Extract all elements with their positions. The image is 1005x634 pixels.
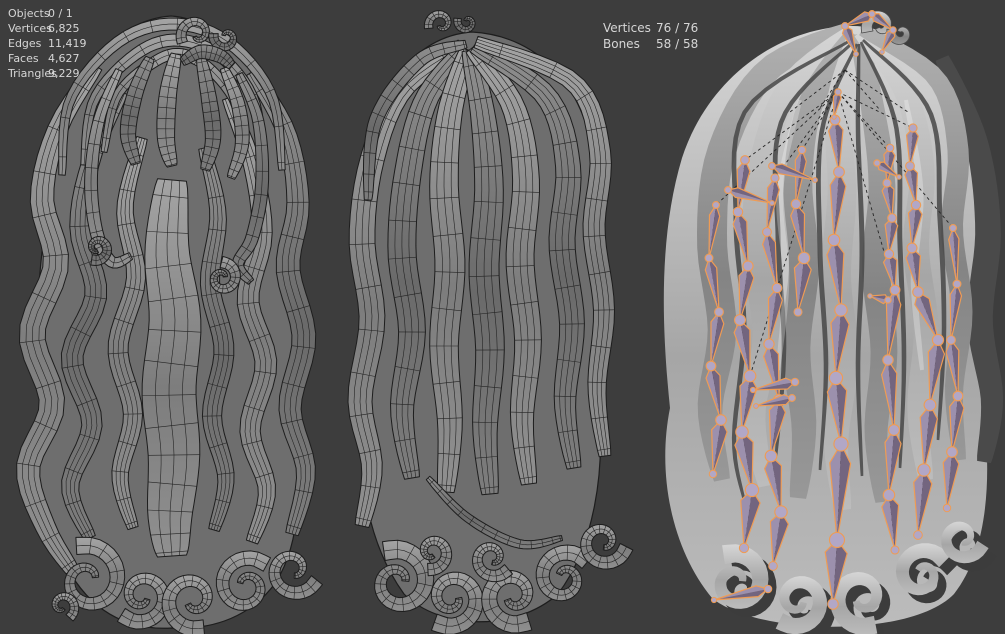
stat-edges-label: Edges	[8, 37, 42, 50]
stat-edges-value: 11,419	[48, 37, 87, 50]
stat-triangles: Triangles9,229	[8, 66, 87, 81]
stat-armature-bones-label: Bones	[603, 37, 640, 51]
stat-triangles-value: 9,229	[48, 67, 80, 80]
viewport-back-wireframe-hair[interactable]	[347, 10, 634, 634]
stat-objects: Objects0 / 1	[8, 6, 87, 21]
stat-objects-label: Objects	[8, 7, 50, 20]
stat-armature-vertices-label: Vertices	[603, 21, 651, 35]
stat-vertices-value: 6,825	[48, 22, 80, 35]
stat-vertices-label: Vertices	[8, 22, 52, 35]
viewport-canvas[interactable]	[0, 0, 1005, 634]
stat-faces: Faces 4,627	[8, 51, 87, 66]
stat-armature-vertices-value: 76 / 76	[656, 21, 699, 35]
stat-triangles-label: Triangles	[8, 67, 57, 80]
stat-faces-label: Faces	[8, 52, 39, 65]
armature-statistics-overlay: Vertices 76 / 76 Bones 58 / 58	[603, 20, 698, 52]
viewport-front-wireframe-hair[interactable]	[16, 15, 323, 634]
stat-armature-bones: Bones 58 / 58	[603, 36, 698, 52]
blender-viewport-composite: Objects0 / 1 Vertices6,825 Edges 11,419 F…	[0, 0, 1005, 634]
scene-statistics-overlay: Objects0 / 1 Vertices6,825 Edges 11,419 F…	[8, 6, 87, 81]
stat-objects-value: 0 / 1	[48, 7, 73, 20]
stat-faces-value: 4,627	[48, 52, 80, 65]
stat-edges: Edges 11,419	[8, 36, 87, 51]
stat-armature-vertices: Vertices 76 / 76	[603, 20, 698, 36]
stat-vertices: Vertices6,825	[8, 21, 87, 36]
stat-armature-bones-value: 58 / 58	[656, 37, 699, 51]
